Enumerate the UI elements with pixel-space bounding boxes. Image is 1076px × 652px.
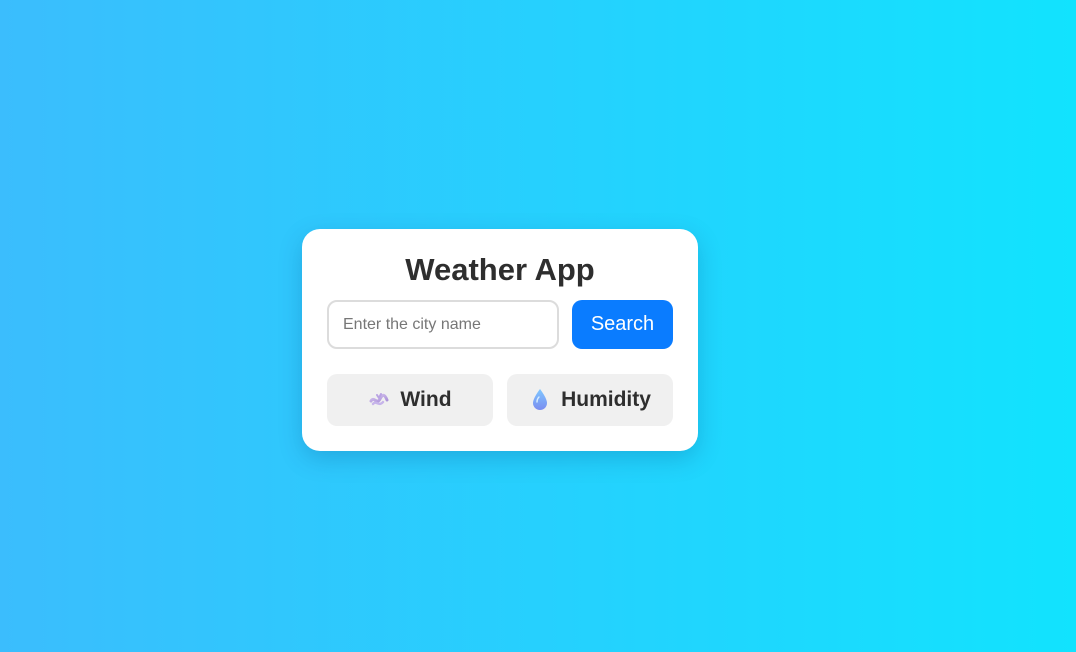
droplet-icon [529, 388, 551, 412]
city-search-input[interactable] [327, 300, 559, 349]
wind-icon [368, 388, 390, 412]
search-button[interactable]: Search [572, 300, 673, 349]
wind-button[interactable]: Wind [327, 374, 493, 426]
humidity-button[interactable]: Humidity [507, 374, 673, 426]
humidity-label: Humidity [561, 388, 651, 411]
wind-label: Wind [400, 388, 452, 411]
app-title: Weather App [405, 252, 595, 287]
weather-card: Weather App Search Wind [302, 229, 698, 451]
